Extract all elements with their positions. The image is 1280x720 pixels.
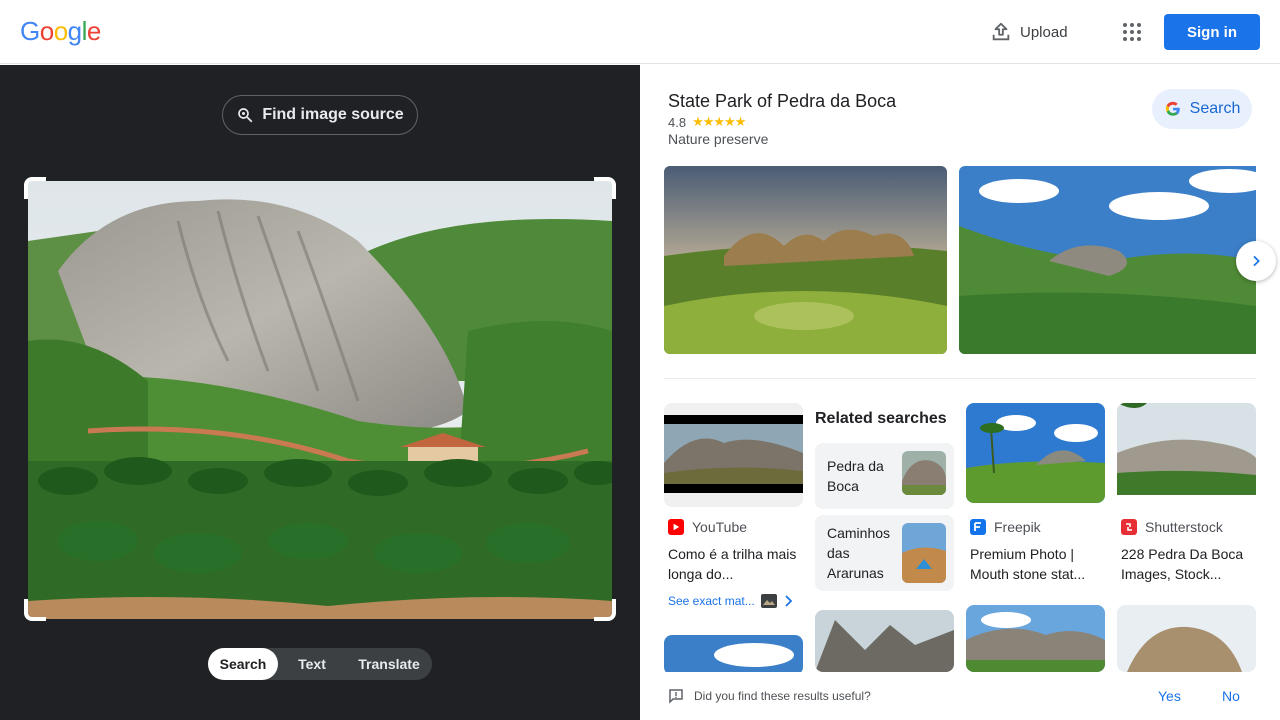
knowledge-image-2[interactable] [959,166,1256,354]
shutterstock-icon [1121,519,1137,535]
knowledge-image-1[interactable] [664,166,947,354]
rating-value: 4.8 [668,114,687,130]
result-title-youtube[interactable]: Como é a trilha mais longa do... [668,544,808,584]
result-source-youtube[interactable]: YouTube [668,519,747,535]
feedback-icon [668,688,684,704]
mode-switcher: Search Text Translate [208,648,432,680]
chevron-right-icon [1248,253,1264,269]
logo-letter: o [39,16,54,46]
selected-photo[interactable] [28,181,612,619]
youtube-icon [668,519,684,535]
related-searches-heading: Related searches [815,410,947,427]
google-g-icon [1164,100,1182,118]
result-thumb[interactable] [966,605,1105,672]
results-pane: State Park of Pedra da Boca 4.8 ★★★★★ Na… [640,65,1280,720]
crop-handle-top-right[interactable] [594,177,616,199]
logo-letter: G [20,16,40,46]
google-logo[interactable]: Google [20,16,101,47]
crop-handle-bottom-left[interactable] [24,599,46,621]
freepik-icon [970,519,986,535]
knowledge-panel-subtitle: Nature preserve [668,131,769,147]
result-title-freepik[interactable]: Premium Photo | Mouth stone stat... [970,544,1110,584]
feedback-yes-button[interactable]: Yes [1158,688,1181,704]
logo-letter: o [53,16,68,46]
related-search-pedra-da-boca[interactable]: Pedra da Boca [815,443,954,509]
crop-handle-top-left[interactable] [24,177,46,199]
feedback-bar: Did you find these results useful? Yes N… [640,672,1280,720]
result-source-shutterstock[interactable]: Shutterstock [1121,519,1223,535]
logo-letter: e [86,16,101,46]
rating-stars: ★★★★★ [692,114,746,129]
lens-pane: Find image source Search Text Translate [0,65,640,720]
result-card-shutterstock-thumb[interactable] [1117,403,1256,503]
result-title-shutterstock[interactable]: 228 Pedra Da Boca Images, Stock... [1121,544,1261,584]
upload-label: Upload [1020,23,1068,41]
feedback-question: Did you find these results useful? [694,689,871,703]
source-label: Shutterstock [1145,519,1223,535]
result-thumb[interactable] [815,610,954,672]
result-card-youtube-thumb[interactable] [664,403,803,507]
upload-button[interactable]: Upload [990,20,1068,44]
upload-icon [990,21,1012,43]
carousel-next-button[interactable] [1236,241,1276,281]
rating-row: 4.8 ★★★★★ [668,114,746,130]
see-exact-matches-link[interactable]: See exact mat... [668,594,793,608]
exact-match-thumb-icon [760,594,777,608]
related-search-label: Pedra da Boca [827,458,884,494]
tab-text[interactable]: Text [278,648,346,680]
find-image-source-label: Find image source [262,106,404,123]
crop-handle-bottom-right[interactable] [594,599,616,621]
tab-translate[interactable]: Translate [346,648,432,680]
see-exact-matches-label: See exact mat... [668,594,755,608]
source-label: YouTube [692,519,748,535]
related-search-label: Caminhos das Ararunas [827,525,891,581]
related-search-thumb [902,451,946,495]
result-thumb[interactable] [1117,605,1256,672]
chevron-right-icon [783,595,793,607]
google-search-label: Search [1189,100,1241,117]
find-image-source-button[interactable]: Find image source [222,95,418,135]
related-search-caminhos-das-ararunas[interactable]: Caminhos das Ararunas [815,515,954,591]
logo-letter: g [67,16,82,46]
related-search-thumb [902,523,946,583]
sign-in-button[interactable]: Sign in [1164,14,1260,50]
tab-search[interactable]: Search [208,648,278,680]
knowledge-panel-title[interactable]: State Park of Pedra da Boca [668,91,896,112]
result-thumb[interactable] [664,635,803,675]
source-label: Freepik [994,519,1041,535]
result-source-freepik[interactable]: Freepik [970,519,1041,535]
apps-grid-icon[interactable] [1120,20,1144,44]
result-card-freepik-thumb[interactable] [966,403,1105,503]
lens-search-icon [236,106,254,124]
feedback-no-button[interactable]: No [1222,688,1240,704]
top-bar: Google Upload Sign in [0,0,1280,64]
google-search-button[interactable]: Search [1152,89,1252,129]
divider [664,378,1256,379]
